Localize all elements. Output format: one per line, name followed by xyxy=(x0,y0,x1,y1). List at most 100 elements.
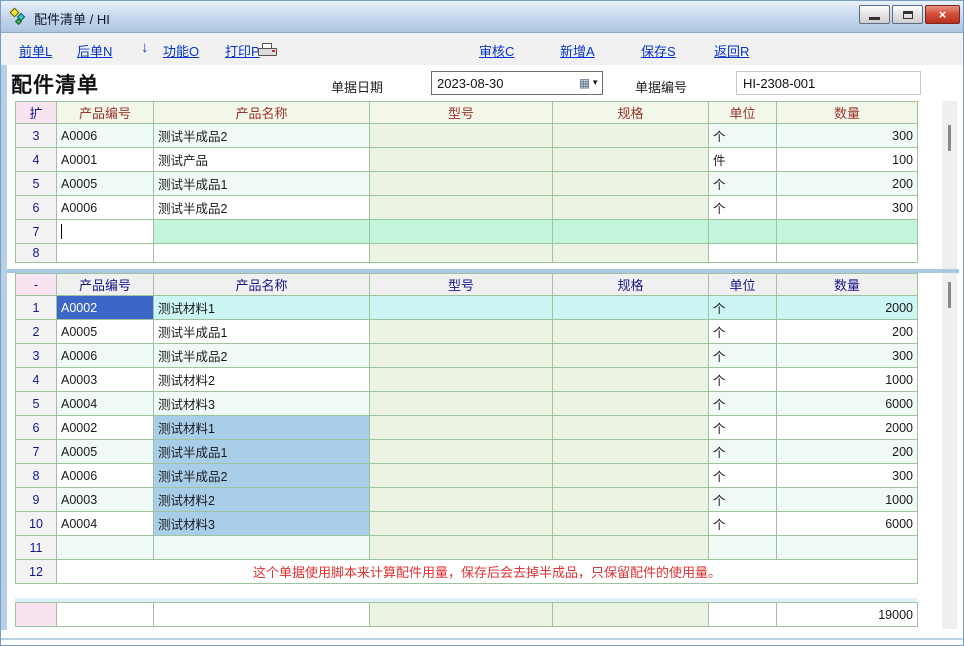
unit-cell[interactable]: 个 xyxy=(709,344,777,368)
product-name-cell[interactable]: 测试半成品2 xyxy=(154,344,370,368)
spec-cell[interactable] xyxy=(553,512,709,536)
model-cell[interactable] xyxy=(370,124,553,148)
spec-cell[interactable] xyxy=(553,536,709,560)
spec-cell[interactable] xyxy=(553,320,709,344)
qty-cell[interactable]: 100 xyxy=(777,148,918,172)
product-code-cell[interactable]: A0006 xyxy=(57,464,154,488)
scrollbar-thumb[interactable] xyxy=(948,282,951,308)
spec-cell[interactable] xyxy=(553,416,709,440)
unit-cell[interactable]: 个 xyxy=(709,512,777,536)
product-name-cell[interactable]: 测试半成品2 xyxy=(154,196,370,220)
model-cell[interactable] xyxy=(370,368,553,392)
model-cell[interactable] xyxy=(370,320,553,344)
unit-cell[interactable]: 件 xyxy=(709,148,777,172)
prev-doc-link[interactable]: 前单L xyxy=(19,41,52,60)
qty-cell[interactable] xyxy=(777,244,918,263)
row-number-cell[interactable]: 3 xyxy=(16,124,57,148)
product-code-cell[interactable]: A0004 xyxy=(57,392,154,416)
unit-cell[interactable]: 个 xyxy=(709,296,777,320)
product-name-cell[interactable] xyxy=(154,536,370,560)
spec-cell[interactable] xyxy=(553,392,709,416)
row-number-cell[interactable]: 6 xyxy=(16,416,57,440)
qty-cell[interactable]: 2000 xyxy=(777,416,918,440)
unit-cell[interactable]: 个 xyxy=(709,416,777,440)
close-button[interactable]: × xyxy=(925,5,960,24)
unit-cell[interactable]: 个 xyxy=(709,392,777,416)
qty-cell[interactable]: 300 xyxy=(777,344,918,368)
product-name-cell[interactable]: 测试材料1 xyxy=(154,296,370,320)
minimize-button[interactable] xyxy=(859,5,890,24)
product-code-cell[interactable]: A0005 xyxy=(57,172,154,196)
product-code-cell[interactable] xyxy=(57,244,154,263)
qty-cell[interactable]: 2000 xyxy=(777,296,918,320)
product-code-cell[interactable] xyxy=(57,220,154,244)
add-new-link[interactable]: 新增A xyxy=(560,41,595,60)
product-code-cell[interactable]: A0006 xyxy=(57,196,154,220)
return-link[interactable]: 返回R xyxy=(714,41,749,60)
model-cell[interactable] xyxy=(370,392,553,416)
spec-cell[interactable] xyxy=(553,440,709,464)
row-number-cell[interactable]: 8 xyxy=(16,464,57,488)
row-number-cell[interactable]: 5 xyxy=(16,172,57,196)
qty-cell[interactable]: 300 xyxy=(777,196,918,220)
unit-cell[interactable] xyxy=(709,220,777,244)
product-name-cell[interactable]: 测试材料2 xyxy=(154,368,370,392)
unit-cell[interactable] xyxy=(709,536,777,560)
model-cell[interactable] xyxy=(370,220,553,244)
spec-cell[interactable] xyxy=(553,172,709,196)
model-cell[interactable] xyxy=(370,196,553,220)
spec-cell[interactable] xyxy=(553,244,709,263)
function-menu-link[interactable]: 功能O xyxy=(163,41,199,60)
spec-cell[interactable] xyxy=(553,196,709,220)
model-cell[interactable] xyxy=(370,416,553,440)
print-link[interactable]: 打印P xyxy=(225,41,260,60)
model-cell[interactable] xyxy=(370,296,553,320)
spec-cell[interactable] xyxy=(553,296,709,320)
qty-cell[interactable] xyxy=(777,536,918,560)
qty-cell[interactable]: 6000 xyxy=(777,392,918,416)
unit-cell[interactable]: 个 xyxy=(709,320,777,344)
row-number-cell[interactable]: 7 xyxy=(16,220,57,244)
product-name-cell[interactable]: 测试材料3 xyxy=(154,392,370,416)
model-cell[interactable] xyxy=(370,488,553,512)
date-input[interactable]: 2023-08-30 ▦ ▼ xyxy=(431,71,603,95)
product-name-cell[interactable] xyxy=(154,244,370,263)
model-cell[interactable] xyxy=(370,344,553,368)
row-number-cell[interactable]: 6 xyxy=(16,196,57,220)
row-number-cell[interactable]: 1 xyxy=(16,296,57,320)
unit-cell[interactable]: 个 xyxy=(709,124,777,148)
product-code-cell[interactable]: A0002 xyxy=(57,416,154,440)
product-code-cell[interactable]: A0003 xyxy=(57,368,154,392)
product-code-cell[interactable]: A0005 xyxy=(57,320,154,344)
scrollbar-thumb[interactable] xyxy=(948,125,951,151)
note-cell[interactable]: 这个单据使用脚本来计算配件用量，保存后会去掉半成品，只保留配件的使用量。 xyxy=(57,560,918,584)
down-arrow-icon[interactable]: ↓ xyxy=(141,39,149,56)
row-number-cell[interactable]: 11 xyxy=(16,536,57,560)
spec-cell[interactable] xyxy=(553,220,709,244)
bottom-table-scrollbar[interactable] xyxy=(942,273,957,629)
product-name-cell[interactable]: 测试半成品2 xyxy=(154,124,370,148)
unit-cell[interactable]: 个 xyxy=(709,368,777,392)
product-name-cell[interactable]: 测试半成品1 xyxy=(154,440,370,464)
unit-cell[interactable]: 个 xyxy=(709,440,777,464)
product-name-cell[interactable]: 测试产品 xyxy=(154,148,370,172)
unit-cell[interactable]: 个 xyxy=(709,488,777,512)
row-number-cell[interactable]: 8 xyxy=(16,244,57,263)
spec-cell[interactable] xyxy=(553,344,709,368)
product-name-cell[interactable]: 测试材料1 xyxy=(154,416,370,440)
row-number-cell[interactable]: 10 xyxy=(16,512,57,536)
audit-link[interactable]: 审核C xyxy=(479,41,514,60)
qty-cell[interactable]: 200 xyxy=(777,440,918,464)
qty-cell[interactable]: 300 xyxy=(777,464,918,488)
row-number-cell[interactable]: 2 xyxy=(16,320,57,344)
product-code-cell[interactable]: A0004 xyxy=(57,512,154,536)
qty-cell[interactable]: 200 xyxy=(777,320,918,344)
save-link[interactable]: 保存S xyxy=(641,41,676,60)
product-code-cell[interactable]: A0005 xyxy=(57,440,154,464)
row-number-cell[interactable]: 5 xyxy=(16,392,57,416)
product-name-cell[interactable]: 测试材料3 xyxy=(154,512,370,536)
qty-cell[interactable]: 6000 xyxy=(777,512,918,536)
top-table-scrollbar[interactable] xyxy=(942,101,957,269)
model-cell[interactable] xyxy=(370,172,553,196)
unit-cell[interactable]: 个 xyxy=(709,196,777,220)
